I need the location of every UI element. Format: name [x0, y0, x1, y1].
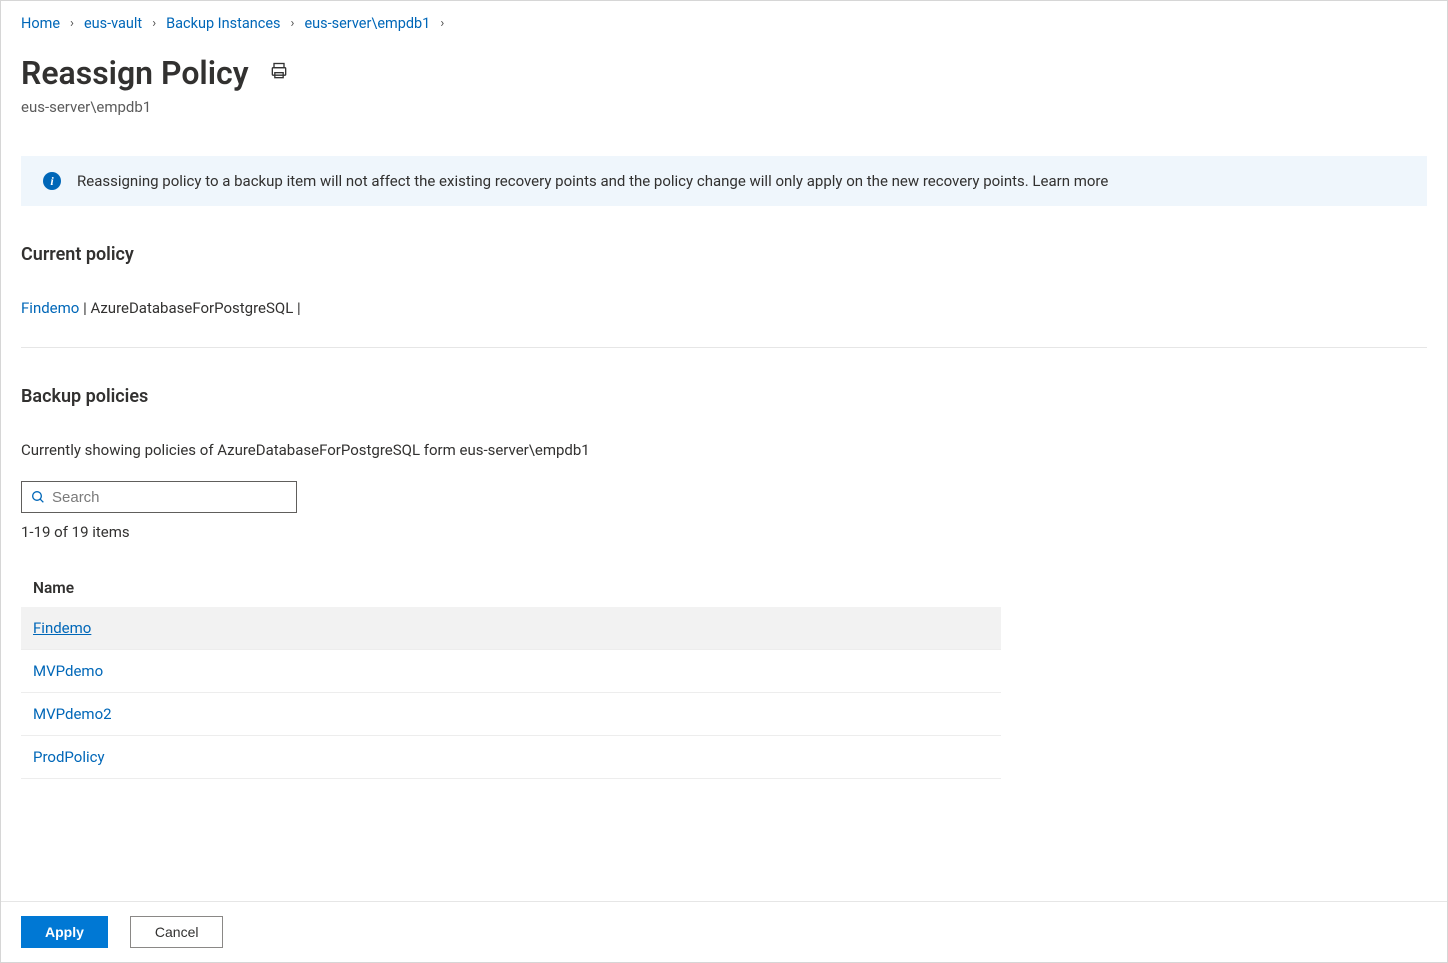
breadcrumb-vault[interactable]: eus-vault — [84, 15, 142, 32]
breadcrumb: Home › eus-vault › Backup Instances › eu… — [21, 15, 1427, 32]
search-icon — [30, 489, 46, 505]
breadcrumb-backup-instances[interactable]: Backup Instances — [166, 15, 280, 32]
print-icon[interactable] — [269, 61, 289, 85]
breadcrumb-home[interactable]: Home — [21, 15, 60, 32]
chevron-right-icon: › — [440, 16, 444, 31]
table-row[interactable]: MVPdemo2 — [21, 693, 1001, 736]
info-icon: i — [43, 172, 61, 190]
current-policy-link[interactable]: Findemo — [21, 299, 79, 317]
policy-link[interactable]: Findemo — [33, 619, 91, 637]
breadcrumb-instance[interactable]: eus-server\empdb1 — [304, 15, 430, 32]
policy-link[interactable]: MVPdemo2 — [33, 705, 112, 723]
backup-policies-heading: Backup policies — [21, 386, 1427, 407]
policy-link[interactable]: ProdPolicy — [33, 748, 105, 766]
column-header-name[interactable]: Name — [21, 569, 1001, 607]
page-subtitle: eus-server\empdb1 — [21, 98, 1427, 116]
divider — [21, 347, 1427, 348]
cancel-button[interactable]: Cancel — [130, 916, 224, 948]
info-banner-text: Reassigning policy to a backup item will… — [77, 172, 1108, 190]
search-box[interactable] — [21, 481, 297, 513]
current-policy-type: AzureDatabaseForPostgreSQL — [90, 299, 293, 317]
search-input[interactable] — [46, 488, 288, 507]
chevron-right-icon: › — [152, 16, 156, 31]
current-policy-line: Findemo | AzureDatabaseForPostgreSQL | — [21, 299, 1427, 317]
policy-link[interactable]: MVPdemo — [33, 662, 103, 680]
apply-button[interactable]: Apply — [21, 916, 108, 948]
result-count: 1-19 of 19 items — [21, 523, 1427, 541]
action-bar: Apply Cancel — [1, 901, 1447, 962]
separator: | — [297, 299, 301, 317]
policies-table: Name Findemo MVPdemo MVPdemo2 ProdPolicy — [21, 569, 1001, 779]
chevron-right-icon: › — [291, 16, 295, 31]
info-banner: i Reassigning policy to a backup item wi… — [21, 156, 1427, 206]
table-row[interactable]: MVPdemo — [21, 650, 1001, 693]
backup-policies-description: Currently showing policies of AzureDatab… — [21, 441, 1427, 459]
table-row[interactable]: ProdPolicy — [21, 736, 1001, 779]
table-row[interactable]: Findemo — [21, 607, 1001, 650]
chevron-right-icon: › — [70, 16, 74, 31]
current-policy-heading: Current policy — [21, 244, 1427, 265]
page-title: Reassign Policy — [21, 54, 249, 92]
